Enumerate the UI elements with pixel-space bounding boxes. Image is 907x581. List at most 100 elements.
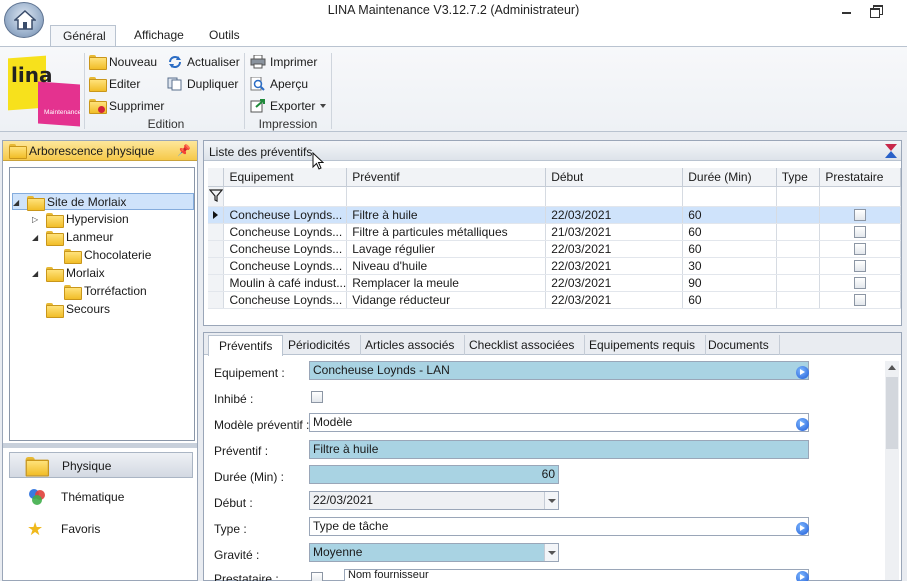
pin-icon[interactable]: 📌 bbox=[177, 144, 191, 157]
magnifier-icon bbox=[250, 76, 266, 91]
column-header-preventif[interactable]: Préventif bbox=[346, 168, 547, 187]
supprimer-button[interactable]: Supprimer bbox=[89, 96, 164, 116]
table-row[interactable]: Concheuse Loynds... Filtre à huile 22/03… bbox=[208, 206, 901, 224]
collapse-icon[interactable]: ◢ bbox=[32, 265, 42, 282]
prestataire-checkbox[interactable] bbox=[819, 206, 901, 224]
expand-icon[interactable]: ▷ bbox=[32, 211, 42, 228]
detail-scrollbar[interactable] bbox=[885, 361, 899, 580]
modele-preventif-field[interactable]: Modèle bbox=[309, 413, 809, 432]
folder-edit-icon bbox=[89, 77, 107, 92]
go-to-type-icon[interactable] bbox=[796, 522, 809, 535]
scroll-up-icon[interactable] bbox=[888, 365, 896, 370]
lina-logo: lina Maintenance bbox=[8, 55, 82, 127]
tree-node-site-de-morlaix[interactable]: ◢ Site de Morlaix bbox=[12, 193, 194, 211]
collapse-icon[interactable]: ◢ bbox=[13, 194, 23, 211]
minimize-button[interactable] bbox=[836, 2, 858, 18]
nav-thematique[interactable]: Thématique bbox=[9, 484, 193, 510]
column-header-type[interactable]: Type bbox=[776, 168, 821, 187]
table-row[interactable]: Concheuse Loynds... Lavage régulier 22/0… bbox=[208, 240, 901, 258]
actualiser-button[interactable]: Actualiser bbox=[167, 52, 240, 72]
exporter-label: Exporter bbox=[270, 99, 316, 113]
debut-value: 22/03/2021 bbox=[313, 493, 374, 507]
chevron-down-icon[interactable] bbox=[544, 492, 558, 509]
folder-icon bbox=[46, 231, 64, 246]
ribbon: lina Maintenance Nouveau Editer Supprime… bbox=[0, 46, 907, 132]
go-to-modele-icon[interactable] bbox=[796, 418, 809, 431]
dupliquer-button[interactable]: Dupliquer bbox=[167, 74, 238, 94]
tab-checklist-associees[interactable]: Checklist associées bbox=[459, 335, 586, 355]
folder-icon bbox=[46, 267, 64, 282]
logo-text: lina bbox=[11, 63, 53, 87]
supprimer-label: Supprimer bbox=[109, 99, 165, 113]
duree-label: Durée (Min) : bbox=[214, 470, 285, 484]
folder-icon bbox=[64, 285, 82, 300]
nouveau-button[interactable]: Nouveau bbox=[89, 52, 157, 72]
prestataire-checkbox[interactable] bbox=[311, 572, 323, 581]
prestataire-checkbox[interactable] bbox=[819, 240, 901, 258]
gravite-label: Gravité : bbox=[214, 548, 260, 562]
preventif-field[interactable]: Filtre à huile bbox=[309, 440, 809, 459]
inhibe-checkbox[interactable] bbox=[311, 391, 323, 403]
prestataire-field[interactable]: Nom fournisseur bbox=[344, 569, 809, 581]
collapse-icon[interactable]: ◢ bbox=[32, 229, 42, 246]
edition-group-label: Edition bbox=[147, 117, 185, 131]
hourglass-icon[interactable] bbox=[885, 144, 897, 158]
table-row[interactable]: Concheuse Loynds... Vidange réducteur 22… bbox=[208, 291, 901, 309]
table-row[interactable]: Moulin à café indust... Remplacer la meu… bbox=[208, 274, 901, 292]
column-header-prestataire[interactable]: Prestataire bbox=[819, 168, 901, 187]
exporter-button[interactable]: Exporter bbox=[250, 96, 326, 116]
editer-label: Editer bbox=[109, 77, 141, 91]
equipement-field[interactable]: Concheuse Loynds - LAN bbox=[309, 361, 809, 380]
application-menu-button[interactable] bbox=[4, 2, 44, 38]
prestataire-checkbox[interactable] bbox=[819, 291, 901, 309]
prestataire-checkbox[interactable] bbox=[819, 257, 901, 275]
duplicate-icon bbox=[167, 77, 183, 91]
modele-preventif-label: Modèle préventif : bbox=[214, 418, 310, 432]
nav-favoris[interactable]: ★ Favoris bbox=[9, 516, 193, 542]
refresh-icon bbox=[167, 55, 183, 69]
editer-button[interactable]: Editer bbox=[89, 74, 140, 94]
type-field[interactable]: Type de tâche bbox=[309, 517, 809, 536]
nav-physique[interactable]: Physique bbox=[9, 452, 193, 478]
imprimer-button[interactable]: Imprimer bbox=[250, 52, 317, 72]
scrollbar-thumb[interactable] bbox=[886, 377, 898, 449]
tab-documents[interactable]: Documents bbox=[698, 335, 780, 355]
filter-icon[interactable] bbox=[208, 186, 225, 207]
printer-icon bbox=[250, 54, 266, 69]
table-row[interactable]: Concheuse Loynds... Filtre à particules … bbox=[208, 223, 901, 241]
preventifs-list-header: Liste des préventifs bbox=[204, 141, 901, 161]
tab-outils[interactable]: Outils bbox=[197, 25, 252, 47]
tab-preventifs[interactable]: Préventifs bbox=[208, 335, 284, 356]
detail-tabs: Préventifs Périodicités Articles associé… bbox=[204, 333, 901, 356]
gravite-select[interactable]: Moyenne bbox=[309, 543, 559, 562]
filter-row[interactable] bbox=[208, 186, 901, 207]
panel-splitter[interactable] bbox=[3, 443, 197, 448]
go-to-prestataire-icon[interactable] bbox=[796, 571, 809, 581]
debut-date-picker[interactable]: 22/03/2021 bbox=[309, 491, 559, 510]
tab-affichage[interactable]: Affichage bbox=[122, 25, 196, 47]
tab-articles-associes[interactable]: Articles associés bbox=[355, 335, 466, 355]
prestataire-checkbox[interactable] bbox=[819, 223, 901, 241]
folder-icon bbox=[46, 303, 64, 318]
nouveau-label: Nouveau bbox=[109, 55, 158, 69]
title-bar: LINA Maintenance V3.12.7.2 (Administrate… bbox=[0, 0, 907, 22]
duree-field[interactable]: 60 bbox=[309, 465, 559, 484]
logo-subtitle: Maintenance bbox=[44, 109, 82, 116]
folder-icon bbox=[46, 213, 64, 228]
prestataire-checkbox[interactable] bbox=[819, 274, 901, 292]
tab-equipements-requis[interactable]: Equipements requis bbox=[579, 335, 707, 355]
grid-header-row: Equipement Préventif Début Durée (Min) T… bbox=[208, 168, 901, 187]
table-row[interactable]: Concheuse Loynds... Niveau d'huile 22/03… bbox=[208, 257, 901, 275]
column-header-duree[interactable]: Durée (Min) bbox=[682, 168, 777, 187]
go-to-equipement-icon[interactable] bbox=[796, 366, 809, 379]
preventif-detail-panel: Préventifs Périodicités Articles associé… bbox=[203, 332, 902, 581]
column-header-debut[interactable]: Début bbox=[545, 168, 684, 187]
tree-view[interactable]: ◢ Site de Morlaix ▷ Hypervision ◢ Lanmeu… bbox=[9, 167, 195, 441]
restore-button[interactable] bbox=[866, 2, 888, 18]
column-header-equipement[interactable]: Equipement bbox=[223, 168, 348, 187]
apercu-button[interactable]: Aperçu bbox=[250, 74, 308, 94]
chevron-down-icon[interactable] bbox=[544, 544, 558, 561]
window-title: LINA Maintenance V3.12.7.2 (Administrate… bbox=[327, 3, 580, 17]
tab-periodicites[interactable]: Périodicités bbox=[278, 335, 362, 355]
tab-general[interactable]: Général bbox=[50, 25, 116, 47]
